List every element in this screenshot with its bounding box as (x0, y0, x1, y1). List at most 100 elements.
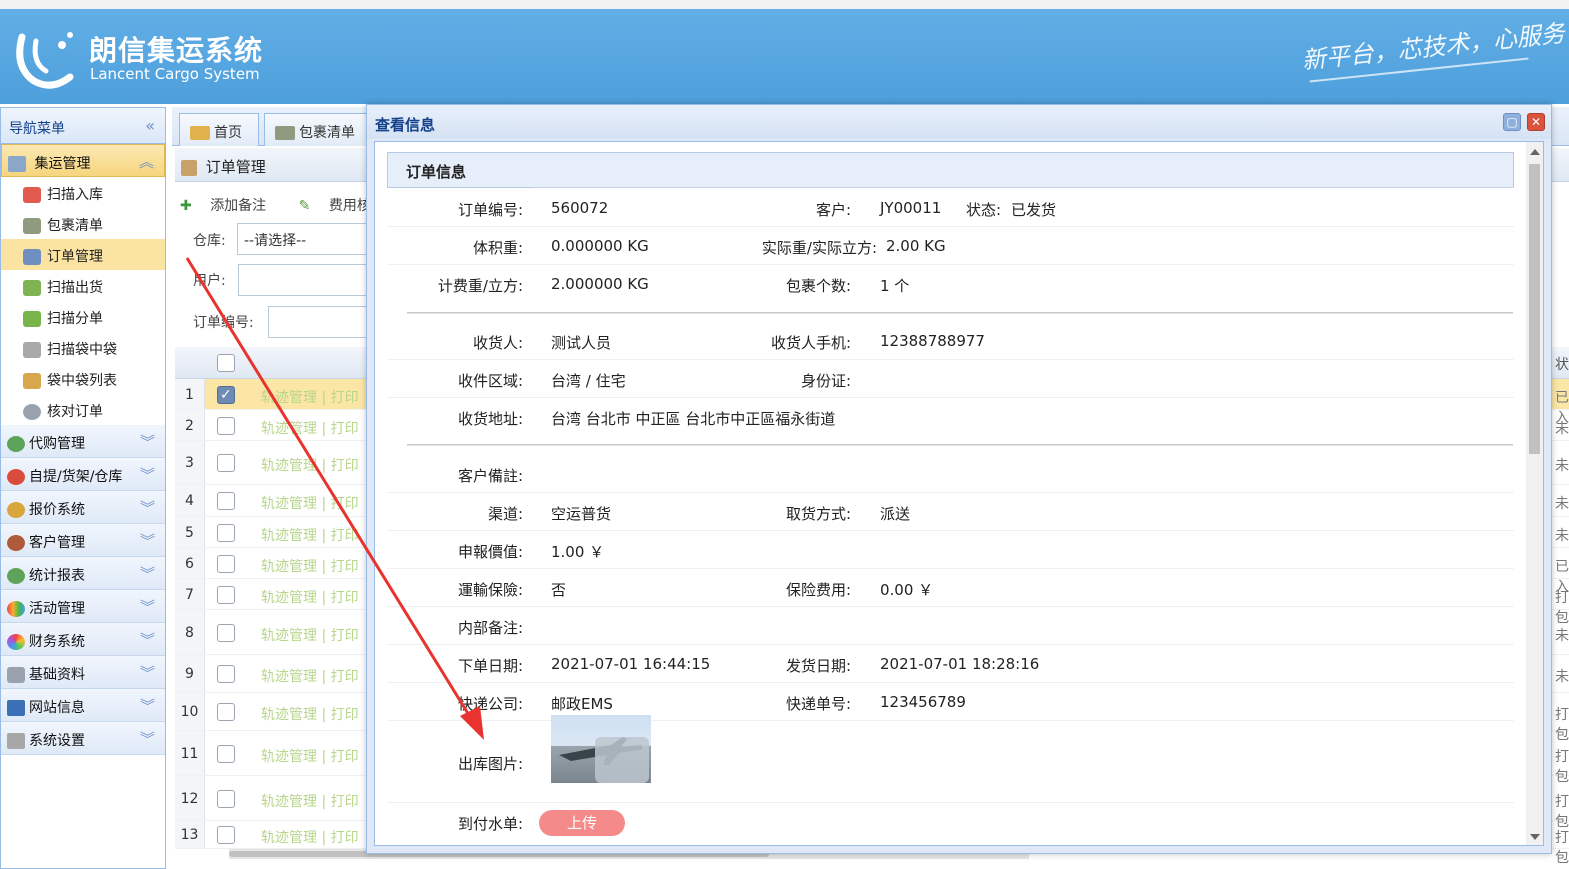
print-link[interactable]: 打印 (331, 590, 359, 606)
scroll-up-icon[interactable] (1530, 149, 1540, 155)
track-link[interactable]: 轨迹管理 (261, 390, 317, 406)
print-link[interactable]: 打印 (331, 707, 359, 723)
row-checkbox[interactable] (217, 586, 235, 604)
print-link[interactable]: 打印 (331, 421, 359, 437)
chevron-down-icon[interactable]: ︾ (140, 695, 155, 716)
print-link[interactable]: 打印 (331, 528, 359, 544)
chevron-down-icon[interactable]: ︾ (140, 497, 155, 518)
section-title: 订单信息 (387, 152, 1514, 188)
select-all-checkbox[interactable] (217, 354, 235, 372)
nav-group-activity[interactable]: 活动管理 ︾ (1, 590, 165, 623)
coins-icon (7, 502, 25, 518)
track-link[interactable]: 轨迹管理 (261, 528, 317, 544)
row-checkbox[interactable] (217, 665, 235, 683)
sidebar-item-scan-out[interactable]: 扫描出货 (1, 270, 165, 301)
nav-group-basic[interactable]: 基础资料 ︾ (1, 656, 165, 689)
print-link[interactable]: 打印 (331, 390, 359, 406)
nav-group-finance[interactable]: 财务系统 ︾ (1, 623, 165, 656)
tab-package-list[interactable]: 包裹清单 (264, 113, 374, 146)
track-link[interactable]: 轨迹管理 (261, 421, 317, 437)
chevron-down-icon[interactable]: ︾ (140, 596, 155, 617)
track-link[interactable]: 轨迹管理 (261, 458, 317, 474)
outbound-photo[interactable] (551, 715, 651, 783)
chevron-down-icon[interactable]: ︾ (140, 530, 155, 551)
sidebar-item-scan-in[interactable]: 扫描入库 (1, 177, 165, 208)
logo-icon (16, 32, 74, 89)
add-note-button[interactable]: ✚ 添加备注 (180, 198, 280, 214)
row-checkbox[interactable] (217, 745, 235, 763)
truck-icon (275, 126, 295, 140)
nav-group-report[interactable]: 统计报表 ︾ (1, 557, 165, 590)
nav-group-customer[interactable]: 客户管理 ︾ (1, 524, 165, 557)
track-link[interactable]: 轨迹管理 (261, 749, 317, 765)
track-link[interactable]: 轨迹管理 (261, 830, 317, 846)
chevron-down-icon[interactable]: ︾ (140, 563, 155, 584)
tab-home[interactable]: 首页 (179, 113, 259, 146)
row-checkbox[interactable] (217, 524, 235, 542)
scrollbar-thumb[interactable] (1529, 164, 1540, 454)
print-link[interactable]: 打印 (331, 458, 359, 474)
row-checkbox[interactable] (217, 790, 235, 808)
nav-group-settings[interactable]: 系统设置 ︾ (1, 722, 165, 755)
print-link[interactable]: 打印 (331, 628, 359, 644)
row-checkbox[interactable] (217, 492, 235, 510)
print-link[interactable]: 打印 (331, 669, 359, 685)
print-link[interactable]: 打印 (331, 496, 359, 512)
row-checkbox[interactable] (217, 624, 235, 642)
nav-group-quote[interactable]: 报价系统 ︾ (1, 491, 165, 524)
track-link[interactable]: 轨迹管理 (261, 669, 317, 685)
sidebar-item-order-management[interactable]: 订单管理 (1, 239, 165, 270)
sidebar-item-scan-bag[interactable]: 扫描袋中袋 (1, 332, 165, 363)
row-checkbox[interactable]: ✓ (217, 386, 235, 404)
nav-group-jiyun[interactable]: 集运管理 ︽ (1, 144, 165, 177)
nav-group-website[interactable]: 网站信息 ︾ (1, 689, 165, 722)
row-checkbox[interactable] (217, 417, 235, 435)
pickup-label: 取货方式: (785, 505, 851, 523)
track-link[interactable]: 轨迹管理 (261, 628, 317, 644)
track-link[interactable]: 轨迹管理 (261, 794, 317, 810)
vertical-scrollbar[interactable] (1526, 142, 1543, 845)
info-row: 计费重/立方: 2.000000 KG 包裹个数: 1 个 (387, 265, 1514, 303)
info-row: 收货地址: 台湾 台北市 中正區 台北市中正區福永街道 (387, 398, 1514, 436)
dialog-title: 查看信息 (375, 116, 436, 134)
sidebar-item-check-order[interactable]: 核对订单 (1, 394, 165, 425)
chevron-down-icon[interactable]: ︾ (140, 728, 155, 749)
nav-group-ziti[interactable]: 自提/货架/仓库 ︾ (1, 458, 165, 491)
declared-value: 1.00 ￥ (551, 543, 605, 561)
row-checkbox[interactable] (217, 703, 235, 721)
print-link[interactable]: 打印 (331, 830, 359, 846)
customer-value: JY00011 (880, 199, 942, 217)
row-checkbox[interactable] (217, 826, 235, 844)
track-link[interactable]: 轨迹管理 (261, 707, 317, 723)
sidebar-item-package-list[interactable]: 包裹清单 (1, 208, 165, 239)
nav-group-daigou[interactable]: 代购管理 ︾ (1, 425, 165, 458)
maximize-icon[interactable]: ▢ (1503, 113, 1521, 131)
sidebar-item-scan-split[interactable]: 扫描分单 (1, 301, 165, 332)
sidebar-item-label: 包裹清单 (47, 218, 103, 234)
row-checkbox[interactable] (217, 555, 235, 573)
close-icon[interactable]: ✕ (1527, 113, 1545, 131)
print-link[interactable]: 打印 (331, 794, 359, 810)
track-link[interactable]: 轨迹管理 (261, 590, 317, 606)
row-links: 轨迹管理 | 打印 (261, 628, 359, 644)
sidebar-item-bag-list[interactable]: 袋中袋列表 (1, 363, 165, 394)
chevron-down-icon[interactable]: ︾ (140, 431, 155, 452)
charge-weight-label: 计费重/立方: (437, 277, 523, 295)
collapse-left-icon[interactable]: « (145, 116, 155, 135)
track-link[interactable]: 轨迹管理 (261, 496, 317, 512)
scroll-down-icon[interactable] (1530, 834, 1540, 840)
sidebar-item-label: 扫描分单 (47, 311, 103, 327)
chevron-down-icon[interactable]: ︾ (140, 662, 155, 683)
track-link[interactable]: 轨迹管理 (261, 559, 317, 575)
chevron-up-icon[interactable]: ︽ (139, 151, 154, 172)
print-link[interactable]: 打印 (331, 559, 359, 575)
dialog-titlebar: 查看信息 ▢ ✕ (367, 105, 1551, 139)
chevron-down-icon[interactable]: ︾ (140, 464, 155, 485)
address-value: 台湾 台北市 中正區 台北市中正區福永街道 (551, 410, 836, 428)
status-value: 已发货 (1011, 201, 1057, 219)
print-link[interactable]: 打印 (331, 749, 359, 765)
chevron-down-icon[interactable]: ︾ (140, 629, 155, 650)
row-checkbox[interactable] (217, 454, 235, 472)
order-no-value: 560072 (551, 199, 609, 217)
upload-button[interactable]: 上传 (539, 810, 625, 836)
